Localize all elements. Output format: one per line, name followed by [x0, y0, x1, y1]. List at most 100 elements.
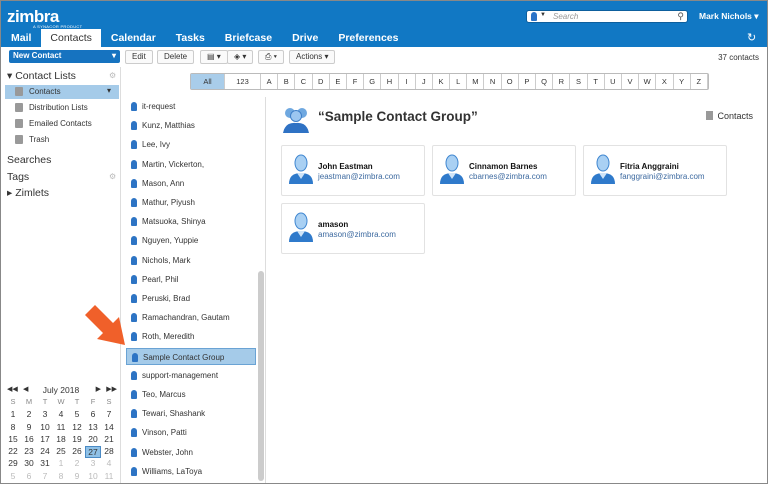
gear-icon[interactable]: ⚙	[109, 172, 116, 181]
calendar-day[interactable]: 31	[37, 458, 53, 470]
list-item[interactable]: Martin, Vickerton,	[126, 156, 256, 173]
alpha-filter-j[interactable]: J	[415, 74, 433, 89]
alpha-filter-n[interactable]: N	[484, 74, 502, 89]
scrollbar[interactable]	[258, 271, 264, 481]
tab-tasks[interactable]: Tasks	[166, 29, 215, 47]
tab-mail[interactable]: Mail	[1, 29, 41, 47]
searches-header[interactable]: Searches	[7, 154, 51, 166]
contact-lists-header[interactable]: ▾ Contact Lists	[7, 70, 76, 82]
prev-month-icon[interactable]: ◀	[23, 385, 28, 393]
alpha-filter-t[interactable]: T	[587, 74, 605, 89]
list-item[interactable]: Lee, Ivy	[126, 136, 256, 153]
calendar-day[interactable]: 12	[69, 422, 85, 434]
list-item[interactable]: Tewari, Shashank	[126, 405, 256, 422]
sidebar-item-distribution-lists[interactable]: Distribution Lists	[5, 101, 119, 115]
list-item[interactable]: Vinson, Patti	[126, 424, 256, 441]
calendar-day[interactable]: 19	[69, 434, 85, 446]
calendar-day[interactable]: 7	[37, 471, 53, 483]
move-button[interactable]: ▤ ▾	[200, 50, 228, 64]
alpha-filter-m[interactable]: M	[467, 74, 485, 89]
calendar-day[interactable]: 3	[37, 409, 53, 421]
alpha-filter-q[interactable]: Q	[536, 74, 554, 89]
list-item[interactable]: Pearl, Phil	[126, 271, 256, 288]
actions-button[interactable]: Actions ▾	[289, 50, 336, 64]
member-email[interactable]: amason@zimbra.com	[318, 230, 396, 239]
alpha-filter-d[interactable]: D	[312, 74, 330, 89]
member-card[interactable]: amason amason@zimbra.com	[281, 203, 425, 254]
alpha-filter-v[interactable]: V	[621, 74, 640, 89]
calendar-day[interactable]: 20	[85, 434, 101, 446]
calendar-day[interactable]: 16	[21, 434, 37, 446]
alpha-filter-b[interactable]: B	[278, 74, 296, 89]
tab-briefcase[interactable]: Briefcase	[215, 29, 282, 47]
person-icon[interactable]	[531, 12, 537, 21]
calendar-day[interactable]: 9	[21, 422, 37, 434]
tab-drive[interactable]: Drive	[282, 29, 328, 47]
calendar-day[interactable]: 22	[5, 446, 21, 458]
calendar-day[interactable]: 9	[69, 471, 85, 483]
alpha-filter-z[interactable]: Z	[690, 74, 708, 89]
alpha-filter-c[interactable]: C	[295, 74, 313, 89]
calendar-day[interactable]: 1	[5, 409, 21, 421]
alpha-filter-x[interactable]: X	[656, 74, 674, 89]
print-button[interactable]: ⎙ ▾	[258, 50, 284, 64]
calendar-day[interactable]: 25	[53, 446, 69, 458]
list-item[interactable]: Williams, LaToya	[126, 463, 256, 480]
alpha-filter-y[interactable]: Y	[673, 74, 691, 89]
new-contact-button[interactable]: New Contact ▾	[9, 50, 120, 63]
member-email[interactable]: fanggraini@zimbra.com	[620, 172, 705, 181]
search-input[interactable]: ▼ Search ⚲	[526, 10, 688, 23]
zimlets-header[interactable]: ▸ Zimlets	[7, 187, 49, 199]
list-item[interactable]: it-request	[126, 98, 256, 115]
chevron-down-icon[interactable]: ▾	[107, 86, 111, 95]
chevron-down-icon[interactable]: ▼	[540, 12, 546, 18]
prev-year-icon[interactable]: ◀◀	[7, 385, 18, 393]
calendar-day[interactable]: 15	[5, 434, 21, 446]
member-card[interactable]: Cinnamon Barnes cbarnes@zimbra.com	[432, 145, 576, 196]
sidebar-item-trash[interactable]: Trash	[5, 133, 119, 147]
list-item[interactable]: Teo, Marcus	[126, 386, 256, 403]
calendar-day[interactable]: 4	[101, 458, 117, 470]
calendar-day[interactable]: 21	[101, 434, 117, 446]
list-item[interactable]: Ramachandran, Gautam	[126, 309, 256, 326]
list-item[interactable]: Peruski, Brad	[126, 290, 256, 307]
calendar-day[interactable]: 3	[85, 458, 101, 470]
list-item[interactable]: Matsuoka, Shinya	[126, 213, 256, 230]
alpha-filter-r[interactable]: R	[553, 74, 571, 89]
tags-header[interactable]: Tags	[7, 171, 29, 183]
calendar-day[interactable]: 6	[85, 409, 101, 421]
edit-button[interactable]: Edit	[125, 50, 153, 64]
calendar-day[interactable]: 30	[21, 458, 37, 470]
calendar-day[interactable]: 23	[21, 446, 37, 458]
calendar-day[interactable]: 6	[21, 471, 37, 483]
alpha-filter-k[interactable]: K	[432, 74, 451, 89]
list-item[interactable]: Nichols, Mark	[126, 252, 256, 269]
calendar-day[interactable]: 26	[69, 446, 85, 458]
member-card[interactable]: John Eastman jeastman@zimbra.com	[281, 145, 425, 196]
tag-button[interactable]: ◈ ▾	[227, 50, 254, 64]
delete-button[interactable]: Delete	[157, 50, 195, 64]
calendar-day[interactable]: 17	[37, 434, 53, 446]
sidebar-item-emailed-contacts[interactable]: Emailed Contacts	[5, 117, 119, 131]
calendar-day[interactable]: 11	[53, 422, 69, 434]
calendar-day[interactable]: 8	[53, 471, 69, 483]
refresh-icon[interactable]: ↻	[747, 31, 756, 44]
list-item[interactable]: Nguyen, Yuppie	[126, 232, 256, 249]
alpha-filter-o[interactable]: O	[501, 74, 519, 89]
member-email[interactable]: jeastman@zimbra.com	[318, 172, 400, 181]
alpha-filter-123[interactable]: 123	[225, 74, 261, 89]
alpha-filter-l[interactable]: L	[450, 74, 468, 89]
next-year-icon[interactable]: ▶▶	[106, 385, 117, 393]
gear-icon[interactable]: ⚙	[109, 71, 116, 80]
alpha-filter-w[interactable]: W	[639, 74, 657, 89]
calendar-day[interactable]: 11	[101, 471, 117, 483]
calendar-day[interactable]: 24	[37, 446, 53, 458]
alpha-filter-u[interactable]: U	[604, 74, 622, 89]
calendar-day[interactable]: 8	[5, 422, 21, 434]
list-item[interactable]: Webster, John	[126, 444, 256, 461]
list-item[interactable]: Sample Contact Group	[126, 347, 256, 365]
tab-preferences[interactable]: Preferences	[328, 29, 408, 47]
alpha-filter-s[interactable]: S	[570, 74, 588, 89]
alpha-filter-e[interactable]: E	[329, 74, 347, 89]
list-item[interactable]: Roth, Meredith	[126, 328, 256, 345]
